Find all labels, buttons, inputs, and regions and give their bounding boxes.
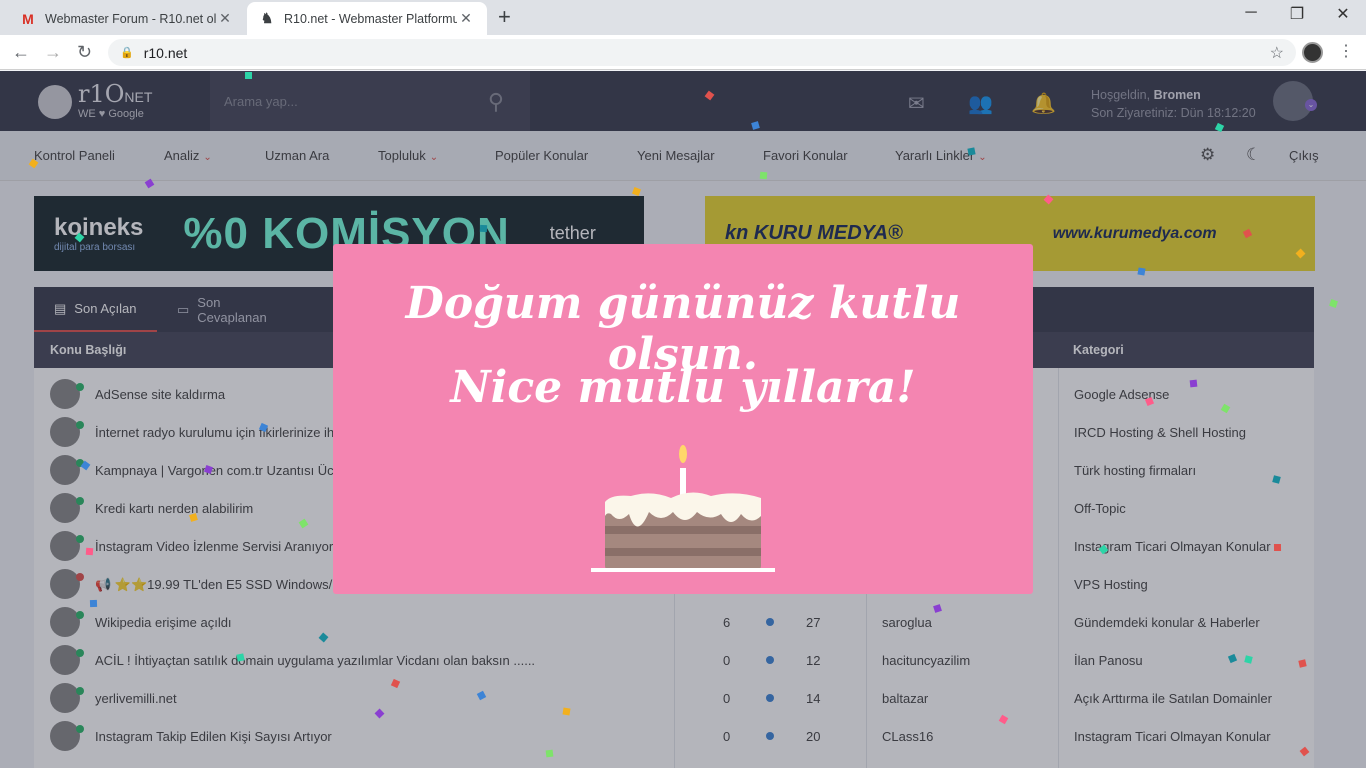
confetti-piece bbox=[545, 749, 554, 758]
menu-kebab-icon[interactable]: ⋮ bbox=[1338, 41, 1354, 61]
browser-toolbar: ← → ↻ 🔒 r10.net ☆ ⋮ bbox=[0, 35, 1366, 70]
birthday-line-2: Nice mutlu yıllara! bbox=[450, 362, 916, 413]
minimize-icon[interactable]: ─ bbox=[1228, 4, 1274, 22]
confetti-piece bbox=[1273, 543, 1282, 552]
bookmark-star-icon[interactable]: ☆ bbox=[1270, 43, 1284, 63]
confetti-piece bbox=[967, 147, 976, 156]
close-tab-icon[interactable]: ✕ bbox=[457, 10, 475, 27]
confetti-piece bbox=[479, 224, 488, 233]
profile-avatar[interactable] bbox=[1302, 42, 1323, 63]
forward-icon[interactable]: → bbox=[44, 42, 62, 63]
confetti-piece bbox=[759, 171, 768, 180]
address-bar[interactable]: 🔒 r10.net ☆ bbox=[108, 39, 1296, 66]
confetti-piece bbox=[562, 707, 571, 716]
url-text: r10.net bbox=[143, 44, 188, 61]
browser-tabbar: M Webmaster Forum - R10.net olarak ✕ ♞ R… bbox=[0, 0, 1366, 35]
birthday-modal[interactable]: Doğum gününüz kutlu olsun. Nice mutlu yı… bbox=[333, 244, 1033, 594]
window-close-icon[interactable]: ✕ bbox=[1320, 4, 1366, 24]
lock-icon: 🔒 bbox=[120, 47, 134, 59]
browser-tab-gmail[interactable]: M Webmaster Forum - R10.net olarak ✕ bbox=[8, 2, 246, 35]
confetti-piece bbox=[85, 547, 94, 556]
confetti-piece bbox=[89, 599, 98, 608]
tab-title: R10.net - Webmaster Platformu bbox=[284, 11, 457, 26]
birthday-cake-icon bbox=[591, 445, 775, 572]
confetti-piece bbox=[245, 72, 252, 79]
gmail-icon: M bbox=[22, 10, 34, 27]
new-tab-button[interactable]: + bbox=[498, 6, 511, 28]
r10-favicon-icon: ♞ bbox=[260, 10, 274, 26]
confetti-piece bbox=[236, 653, 245, 662]
confetti-piece bbox=[1137, 267, 1146, 276]
close-tab-icon[interactable]: ✕ bbox=[216, 10, 234, 27]
browser-tab-r10[interactable]: ♞ R10.net - Webmaster Platformu ✕ bbox=[247, 2, 487, 35]
confetti-piece bbox=[1189, 379, 1198, 388]
tab-title: Webmaster Forum - R10.net olarak bbox=[45, 11, 216, 26]
reload-icon[interactable]: ↻ bbox=[77, 42, 92, 63]
maximize-icon[interactable]: ❐ bbox=[1274, 4, 1320, 24]
back-icon[interactable]: ← bbox=[12, 42, 30, 63]
